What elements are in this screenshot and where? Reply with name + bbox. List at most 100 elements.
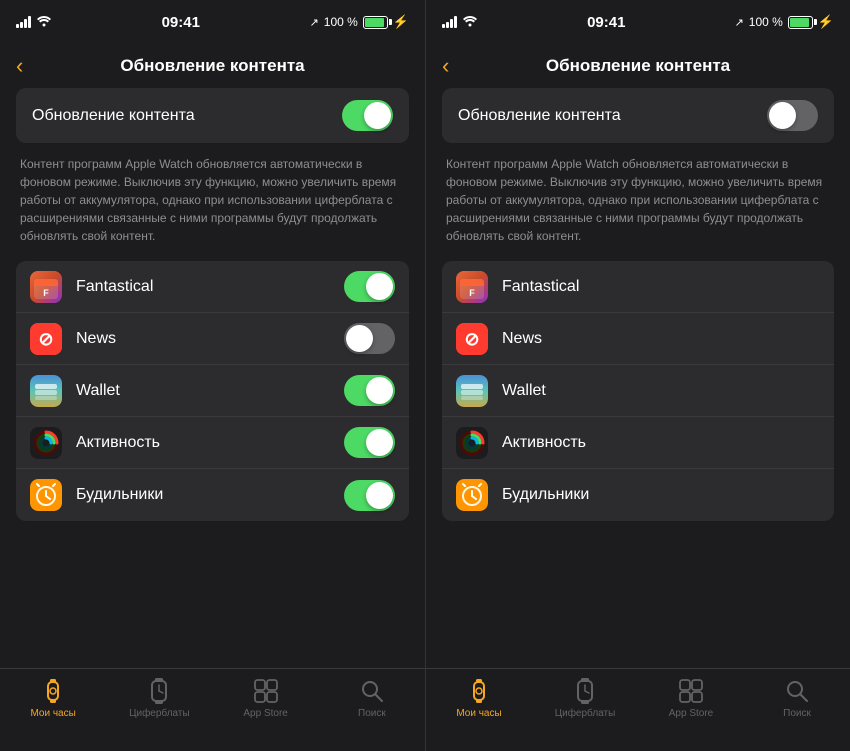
tab-watch-faces-right[interactable]: Циферблаты	[532, 677, 638, 719]
main-toggle-row-left: Обновление контента	[16, 88, 409, 143]
app-store-icon-right	[677, 677, 705, 705]
search-icon-right	[783, 677, 811, 705]
alarms-icon-right	[456, 479, 488, 511]
watch-faces-icon-left	[145, 677, 173, 705]
tab-app-store-left[interactable]: App Store	[213, 677, 319, 719]
tab-bar-left: Мои часы Циферблаты	[0, 668, 425, 751]
tab-watch-faces-left[interactable]: Циферблаты	[106, 677, 212, 719]
tab-label-watch-faces-right: Циферблаты	[555, 708, 616, 719]
main-toggle-label-left: Обновление контента	[32, 107, 195, 125]
app-name-wallet-right: Wallet	[502, 382, 820, 400]
tab-label-my-watch-left: Мои часы	[30, 708, 75, 719]
main-toggle-switch-right[interactable]	[767, 100, 818, 131]
svg-text:⊘: ⊘	[38, 329, 53, 349]
search-icon-left	[358, 677, 386, 705]
app-name-fantastical-left: Fantastical	[76, 278, 344, 296]
status-left	[16, 15, 52, 30]
fantastical-icon-left: F	[30, 271, 62, 303]
nav-header-left: ‹ Обновление контента	[0, 44, 425, 88]
app-name-alarms-left: Будильники	[76, 486, 344, 504]
app-row-fantastical-left: F Fantastical	[16, 261, 409, 313]
toggle-fantastical-left[interactable]	[344, 271, 395, 302]
app-name-activity-right: Активность	[502, 434, 820, 452]
tab-label-search-right: Поиск	[783, 708, 811, 719]
tab-label-app-store-left: App Store	[243, 708, 287, 719]
toggle-knob	[366, 429, 393, 456]
battery-icon-right	[788, 16, 813, 29]
svg-text:F: F	[43, 288, 49, 298]
tab-label-app-store-right: App Store	[669, 708, 713, 719]
app-row-activity-left: Активность	[16, 417, 409, 469]
app-row-alarms-left: Будильники	[16, 469, 409, 521]
tab-search-left[interactable]: Поиск	[319, 677, 425, 719]
my-watch-icon-left	[39, 677, 67, 705]
app-row-news-left: ⊘ News	[16, 313, 409, 365]
toggle-knob	[366, 377, 393, 404]
app-name-news-right: News	[502, 330, 820, 348]
toggle-activity-left[interactable]	[344, 427, 395, 458]
tab-my-watch-left[interactable]: Мои часы	[0, 677, 106, 719]
tab-label-search-left: Поиск	[358, 708, 386, 719]
description-right: Контент программ Apple Watch обновляется…	[426, 155, 850, 261]
status-left-right	[442, 15, 478, 30]
wallet-icon-left	[30, 375, 62, 407]
activity-icon-left	[30, 427, 62, 459]
toggle-knob	[366, 273, 393, 300]
tab-search-right[interactable]: Поиск	[744, 677, 850, 719]
toggle-knob	[346, 325, 373, 352]
app-list-right: F Fantastical ⊘ News	[442, 261, 834, 521]
page-title-right: Обновление контента	[546, 56, 730, 76]
news-icon-right: ⊘	[456, 323, 488, 355]
activity-icon-right	[456, 427, 488, 459]
app-store-icon-left	[252, 677, 280, 705]
app-row-alarms-right: Будильники	[442, 469, 834, 521]
svg-text:⊘: ⊘	[464, 329, 479, 349]
tab-bar-right: Мои часы Циферблаты	[426, 668, 850, 751]
app-name-news-left: News	[76, 330, 344, 348]
svg-text:F: F	[469, 288, 475, 298]
charging-icon: ⚡	[393, 14, 409, 30]
status-right-right: ↗ 100 % ⚡	[735, 14, 834, 30]
status-right-left: ↗ 100 % ⚡	[310, 14, 409, 30]
toggle-knob	[366, 482, 393, 509]
main-toggle-row-right: Обновление контента	[442, 88, 834, 143]
app-row-wallet-right: Wallet	[442, 365, 834, 417]
location-icon-right: ↗	[735, 16, 744, 29]
back-button-left[interactable]: ‹	[8, 47, 31, 85]
content-left: Обновление контента Контент программ App…	[0, 88, 425, 668]
fantastical-icon-right: F	[456, 271, 488, 303]
toggle-news-left[interactable]	[344, 323, 395, 354]
app-row-activity-right: Активность	[442, 417, 834, 469]
wifi-icon	[36, 15, 52, 30]
tab-label-my-watch-right: Мои часы	[456, 708, 501, 719]
status-time-right: 09:41	[587, 14, 625, 31]
app-row-news-right: ⊘ News	[442, 313, 834, 365]
back-button-right[interactable]: ‹	[434, 47, 457, 85]
alarms-icon-left	[30, 479, 62, 511]
battery-percent-right: 100 %	[749, 15, 783, 29]
app-list-left: F Fantastical ⊘ News	[16, 261, 409, 521]
status-bar-left: 09:41 ↗ 100 % ⚡	[0, 0, 425, 44]
app-row-wallet-left: Wallet	[16, 365, 409, 417]
main-toggle-switch-left[interactable]	[342, 100, 393, 131]
right-panel: 09:41 ↗ 100 % ⚡ ‹ Обновление контента Об…	[425, 0, 850, 751]
tab-my-watch-right[interactable]: Мои часы	[426, 677, 532, 719]
content-right: Обновление контента Контент программ App…	[426, 88, 850, 668]
watch-faces-icon-right	[571, 677, 599, 705]
left-panel: 09:41 ↗ 100 % ⚡ ‹ Обновление контента Об…	[0, 0, 425, 751]
tab-app-store-right[interactable]: App Store	[638, 677, 744, 719]
app-name-fantastical-right: Fantastical	[502, 278, 820, 296]
toggle-wallet-left[interactable]	[344, 375, 395, 406]
tab-label-watch-faces-left: Циферблаты	[129, 708, 190, 719]
status-time-left: 09:41	[162, 14, 200, 31]
description-left: Контент программ Apple Watch обновляется…	[0, 155, 425, 261]
app-name-activity-left: Активность	[76, 434, 344, 452]
battery-icon-left	[363, 16, 388, 29]
main-toggle-label-right: Обновление контента	[458, 107, 621, 125]
toggle-knob	[364, 102, 391, 129]
charging-icon-right: ⚡	[818, 14, 834, 30]
toggle-alarms-left[interactable]	[344, 480, 395, 511]
nav-header-right: ‹ Обновление контента	[426, 44, 850, 88]
toggle-knob-right	[769, 102, 796, 129]
my-watch-icon-right	[465, 677, 493, 705]
